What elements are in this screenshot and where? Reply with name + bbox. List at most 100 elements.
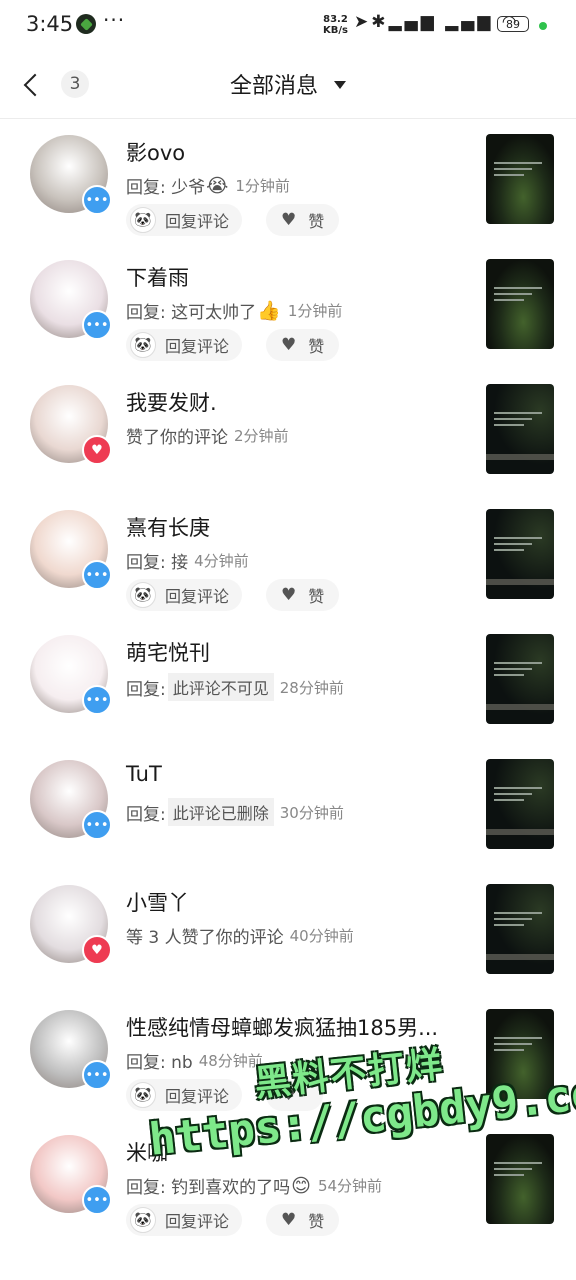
reply-comment-button[interactable]: 🐼 回复评论: [126, 579, 243, 611]
chat-bubble-icon: •••: [82, 560, 112, 590]
message-content: 等 3 人赞了你的评论: [126, 928, 284, 948]
heart-outline-icon: ♥: [281, 585, 297, 605]
message-actions: 🐼 回复评论 ♥ 赞: [126, 579, 340, 611]
status-bar: 3:45 ··· 83.2 KB/s ➤✱▂▄▆ ▂▄▆ ◠ 89: [0, 0, 576, 52]
video-thumbnail[interactable]: [486, 384, 554, 474]
my-avatar-icon: 🐼: [130, 332, 156, 358]
network-speed-value: 83.2: [323, 14, 348, 25]
message-content: 回复: 钓到喜欢的了吗: [126, 1178, 291, 1198]
message-text: 回复: 接 4分钟前: [126, 548, 249, 573]
heart-outline-icon: ♥: [281, 1210, 297, 1230]
message-text: 回复: 此评论已删除 30分钟前: [126, 798, 344, 826]
user-name[interactable]: 萌宅悦刊: [126, 637, 210, 667]
user-name[interactable]: 我要发财.: [126, 387, 217, 417]
user-name[interactable]: 小雪丫: [126, 887, 189, 917]
chat-bubble-icon: •••: [82, 310, 112, 340]
thumbnail-caption: [494, 287, 542, 305]
more-notifications-icon: ···: [103, 8, 126, 32]
message-content: 回复:: [126, 679, 166, 700]
my-avatar-icon: 🐼: [130, 582, 156, 608]
message-actions: 🐼 回复评论 ♥ 赞: [126, 1204, 340, 1236]
like-button[interactable]: ♥ 赞: [266, 204, 340, 236]
avatar[interactable]: ♥: [30, 885, 112, 965]
thumbnail-caption: [494, 412, 542, 430]
reply-comment-label: 回复评论: [165, 1212, 230, 1231]
chat-bubble-icon: •••: [82, 810, 112, 840]
emoji-icon: 😊: [291, 1174, 311, 1197]
message-item[interactable]: ••• TuT 回复: 此评论已删除 30分钟前: [0, 744, 576, 869]
user-name[interactable]: TuT: [126, 762, 162, 786]
message-item[interactable]: ••• 熹有长庚 回复: 接 4分钟前 🐼 回复评论 ♥ 赞: [0, 494, 576, 619]
like-button[interactable]: ♥ 赞: [266, 579, 340, 611]
network-speed-unit: KB/s: [323, 25, 348, 36]
message-content: 回复: nb: [126, 1053, 193, 1073]
message-item[interactable]: ••• 萌宅悦刊 回复: 此评论不可见 28分钟前: [0, 619, 576, 744]
video-thumbnail[interactable]: [486, 884, 554, 974]
chat-bubble-icon: •••: [82, 185, 112, 215]
avatar[interactable]: •••: [30, 1135, 112, 1215]
my-avatar-icon: 🐼: [130, 207, 156, 233]
thumbnail-caption: [494, 787, 542, 805]
avatar[interactable]: •••: [30, 760, 112, 840]
avatar[interactable]: •••: [30, 1010, 112, 1090]
video-thumbnail[interactable]: [486, 259, 554, 349]
chat-bubble-icon: •••: [82, 1060, 112, 1090]
reply-comment-label: 回复评论: [165, 337, 230, 356]
thumbnail-caption: [494, 912, 542, 930]
reply-comment-button[interactable]: 🐼 回复评论: [126, 1204, 243, 1236]
user-name[interactable]: 下着雨: [126, 262, 189, 292]
avatar[interactable]: •••: [30, 260, 112, 340]
reply-comment-label: 回复评论: [165, 212, 230, 231]
unread-count-badge: 3: [61, 70, 89, 98]
reply-comment-button[interactable]: 🐼 回复评论: [126, 329, 243, 361]
battery-icon: 89: [497, 16, 529, 32]
top-header: 3 全部消息: [0, 52, 576, 119]
video-thumbnail[interactable]: [486, 759, 554, 849]
video-thumbnail[interactable]: [486, 509, 554, 599]
thumbnail-caption: [494, 537, 542, 555]
caret-down-icon[interactable]: [334, 81, 346, 89]
message-text: 等 3 人赞了你的评论 40分钟前: [126, 923, 354, 948]
thumbnail-caption: [494, 162, 542, 180]
video-thumbnail[interactable]: [486, 134, 554, 224]
status-time: 3:45: [26, 12, 74, 36]
video-thumbnail[interactable]: [486, 634, 554, 724]
app-notification-icon: [76, 14, 96, 34]
message-item[interactable]: ••• 影ovo 回复: 少爷 😭 1分钟前 🐼 回复评论 ♥ 赞: [0, 119, 576, 244]
back-arrow-icon[interactable]: [18, 68, 48, 102]
heart-outline-icon: ♥: [281, 210, 297, 230]
avatar[interactable]: •••: [30, 635, 112, 715]
message-item[interactable]: ♥ 小雪丫 等 3 人赞了你的评论 40分钟前: [0, 869, 576, 994]
video-thumbnail[interactable]: [486, 1134, 554, 1224]
message-text: 回复: 这可太帅了 👍 1分钟前: [126, 298, 342, 323]
heart-icon: ♥: [82, 935, 112, 965]
emoji-icon: 😭: [206, 174, 229, 197]
message-time: 40分钟前: [289, 927, 354, 945]
page-title[interactable]: 全部消息: [230, 68, 318, 100]
message-time: 54分钟前: [317, 1177, 383, 1195]
user-name[interactable]: 性感纯情母蟑螂发疯猛抽185男...: [126, 1012, 438, 1042]
like-button[interactable]: ♥ 赞: [266, 1204, 340, 1236]
reply-comment-button[interactable]: 🐼 回复评论: [126, 204, 243, 236]
thumbnail-caption: [494, 1037, 542, 1055]
message-actions: 🐼 回复评论 ♥ 赞: [126, 329, 340, 361]
avatar[interactable]: •••: [30, 135, 112, 215]
message-item[interactable]: ••• 下着雨 回复: 这可太帅了 👍 1分钟前 🐼 回复评论 ♥ 赞: [0, 244, 576, 369]
user-name[interactable]: 熹有长庚: [126, 512, 210, 542]
heart-icon: ♥: [82, 435, 112, 465]
like-label: 赞: [308, 212, 325, 231]
charging-dot-icon: [539, 22, 547, 30]
like-button[interactable]: ♥ 赞: [266, 329, 340, 361]
like-label: 赞: [308, 337, 325, 356]
message-content: 回复: 这可太帅了: [126, 303, 257, 323]
avatar[interactable]: ♥: [30, 385, 112, 465]
user-name[interactable]: 影ovo: [126, 137, 185, 167]
like-label: 赞: [308, 1212, 325, 1231]
avatar[interactable]: •••: [30, 510, 112, 590]
message-time: 2分钟前: [234, 427, 289, 445]
like-label: 赞: [308, 587, 325, 606]
message-time: 1分钟前: [235, 177, 290, 195]
message-item[interactable]: ♥ 我要发财. 赞了你的评论 2分钟前: [0, 369, 576, 494]
message-text: 回复: nb 48分钟前: [126, 1048, 263, 1073]
message-time: 30分钟前: [279, 803, 344, 822]
